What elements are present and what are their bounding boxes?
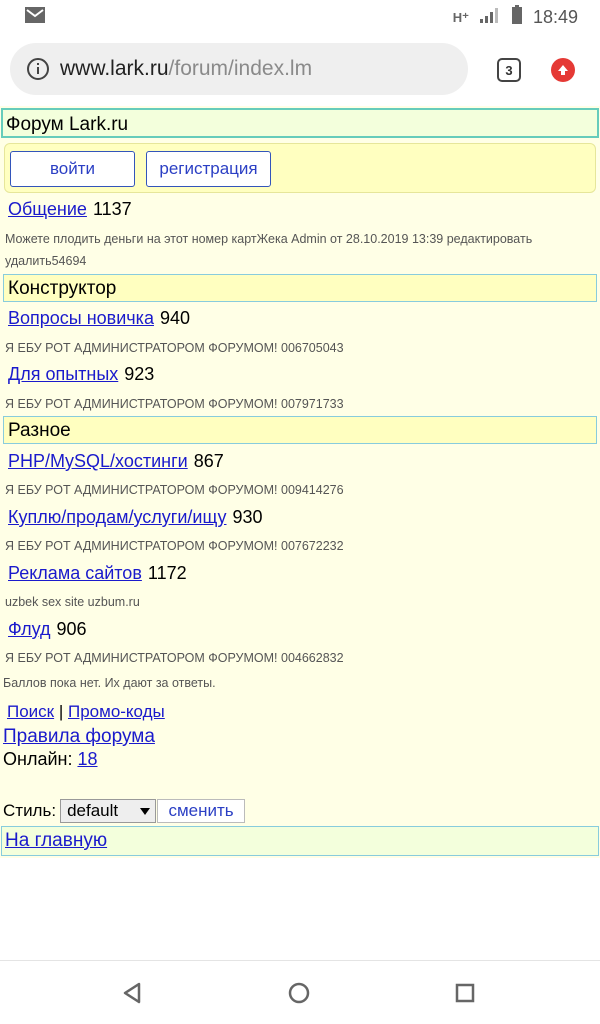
change-style-button[interactable]: сменить (157, 799, 246, 823)
style-select-value: default (67, 801, 119, 820)
browser-toolbar: www.lark.ru/forum/index.lm 3 (0, 34, 600, 106)
last-post-experienced: Я ЕБУ РОТ АДМИНИСТРАТОРОМ ФОРУМОМ! 00797… (5, 397, 344, 411)
auth-box: войти регистрация (4, 143, 596, 193)
register-button[interactable]: регистрация (146, 151, 271, 187)
last-post-php: Я ЕБУ РОТ АДМИНИСТРАТОРОМ ФОРУМОМ! 00941… (5, 483, 344, 497)
system-nav-bar (0, 960, 600, 1024)
forum-item-ads: Реклама сайтов 1172 (8, 563, 187, 584)
battery-icon (511, 5, 523, 30)
info-icon[interactable] (26, 57, 50, 81)
promo-link[interactable]: Промо-коды (68, 702, 165, 721)
online-row: Онлайн: 18 (3, 749, 98, 770)
rules-link[interactable]: Правила форума (3, 726, 155, 747)
update-icon[interactable] (551, 58, 575, 82)
rules-row: Правила форума (3, 726, 155, 748)
last-post-newbie: Я ЕБУ РОТ АДМИНИСТРАТОРОМ ФОРУМОМ! 00670… (5, 341, 344, 355)
last-post-ads: uzbek sex site uzbum.ru (5, 595, 140, 609)
topic-count: 906 (56, 619, 87, 639)
last-post-flood: Я ЕБУ РОТ АДМИНИСТРАТОРОМ ФОРУМОМ! 00466… (5, 651, 344, 665)
login-button[interactable]: войти (10, 151, 135, 187)
footer-links: Поиск | Промо-коды (7, 702, 165, 722)
status-bar: H⁺ 18:49 (0, 0, 600, 34)
section-header-constructor: Конструктор (3, 274, 597, 302)
forum-link-newbie[interactable]: Вопросы новичка (8, 308, 154, 328)
home-bar: На главную (1, 826, 599, 856)
forum-item-php: PHP/MySQL/хостинги 867 (8, 451, 224, 472)
section-header-misc: Разное (3, 416, 597, 444)
mail-icon (24, 6, 46, 29)
topic-count: 930 (232, 507, 263, 527)
online-count-link[interactable]: 18 (77, 749, 97, 769)
points-note: Баллов пока нет. Их дают за ответы. (3, 676, 216, 690)
forum-link-ads[interactable]: Реклама сайтов (8, 563, 142, 583)
forum-item-general: Общение 1137 (8, 199, 132, 220)
forum-item-flood: Флуд 906 (8, 619, 87, 640)
link-separator: | (58, 702, 64, 721)
url-host: www.lark.ru (60, 57, 169, 80)
style-label: Стиль: (3, 801, 57, 820)
topic-count: 940 (159, 308, 190, 328)
recents-icon[interactable] (455, 983, 475, 1008)
topic-count: 923 (124, 364, 155, 384)
topic-count: 1137 (92, 199, 132, 219)
forum-page: Форум Lark.ru войти регистрация Общение 1… (0, 106, 600, 858)
tab-switcher-button[interactable]: 3 (497, 58, 521, 82)
forum-link-experienced[interactable]: Для опытных (8, 364, 118, 384)
style-select[interactable]: default (60, 799, 157, 823)
search-link[interactable]: Поиск (7, 702, 54, 721)
dropdown-arrow-icon (139, 801, 151, 821)
topic-count: 1172 (147, 563, 187, 583)
forum-item-experienced: Для опытных 923 (8, 364, 154, 385)
forum-item-newbie: Вопросы новичка 940 (8, 308, 190, 329)
forum-link-market[interactable]: Куплю/продам/услуги/ищу (8, 507, 227, 527)
last-post-market: Я ЕБУ РОТ АДМИНИСТРАТОРОМ ФОРУМОМ! 00767… (5, 539, 344, 553)
forum-link-general[interactable]: Общение (8, 199, 87, 219)
forum-link-flood[interactable]: Флуд (8, 619, 51, 639)
page-title: Форум Lark.ru (1, 108, 599, 138)
home-link[interactable]: На главную (5, 830, 107, 851)
home-circle-icon[interactable] (288, 982, 310, 1009)
last-post-general: Можете плодить деньги на этот номер карт… (5, 232, 533, 268)
back-icon[interactable] (121, 982, 143, 1009)
online-label: Онлайн: (3, 749, 73, 769)
signal-icon (479, 6, 501, 29)
clock: 18:49 (532, 7, 578, 27)
style-row: Стиль: default сменить (3, 799, 246, 823)
address-bar[interactable]: www.lark.ru/forum/index.lm (10, 43, 468, 95)
url-path: /forum/index.lm (168, 57, 313, 80)
topic-count: 867 (193, 451, 224, 471)
network-type: H⁺ (452, 9, 469, 25)
forum-link-php[interactable]: PHP/MySQL/хостинги (8, 451, 188, 471)
forum-item-market: Куплю/продам/услуги/ищу 930 (8, 507, 263, 528)
